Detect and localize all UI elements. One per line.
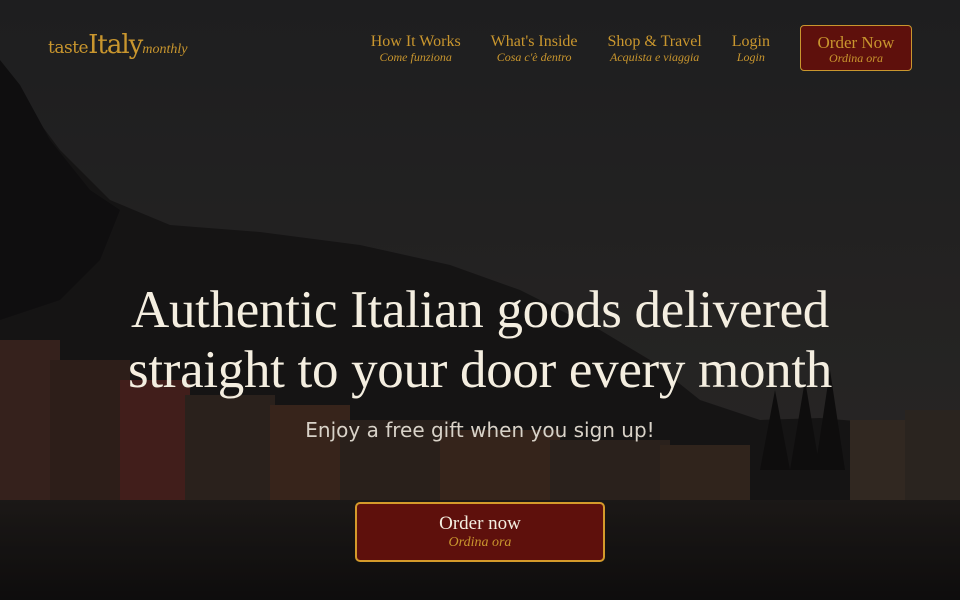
nav-item-label: How It Works bbox=[370, 32, 461, 50]
brand-word-taste: taste bbox=[48, 38, 89, 58]
nav-whats-inside[interactable]: What's Inside Cosa c'è dentro bbox=[491, 33, 578, 64]
nav-item-sublabel: Login bbox=[736, 49, 765, 64]
hero-order-button[interactable]: Order now Ordina ora bbox=[355, 502, 605, 562]
nav-item-sublabel: Cosa c'è dentro bbox=[496, 49, 572, 64]
main-nav: How It Works Come funziona What's Inside… bbox=[341, 25, 912, 71]
brand-logo[interactable]: tasteItalymonthly bbox=[48, 30, 187, 60]
order-now-sublabel: Ordina ora bbox=[829, 51, 883, 65]
nav-shop-travel[interactable]: Shop & Travel Acquista e viaggia bbox=[608, 33, 702, 64]
nav-item-sublabel: Come funziona bbox=[379, 49, 452, 64]
headline-line-2: straight to your door every month bbox=[128, 341, 832, 399]
headline-line-1: Authentic Italian goods delivered bbox=[130, 281, 830, 339]
hero-order-label: Order now bbox=[439, 513, 521, 534]
hero-headline: Authentic Italian goods delivered straig… bbox=[0, 280, 960, 400]
nav-item-sublabel: Acquista e viaggia bbox=[609, 49, 700, 64]
order-now-label: Order Now bbox=[817, 33, 895, 52]
nav-item-label: Shop & Travel bbox=[607, 32, 702, 50]
nav-how-it-works[interactable]: How It Works Come funziona bbox=[371, 33, 461, 64]
nav-login[interactable]: Login Login bbox=[732, 33, 770, 64]
brand-word-monthly: monthly bbox=[142, 42, 188, 57]
order-now-button[interactable]: Order Now Ordina ora bbox=[800, 25, 912, 71]
nav-item-label: Login bbox=[731, 32, 770, 50]
brand-word-italy: Italy bbox=[88, 30, 143, 60]
hero-section: tasteItalymonthly How It Works Come funz… bbox=[0, 0, 960, 600]
hero-order-sublabel: Ordina ora bbox=[448, 535, 512, 550]
hero-subtext: Enjoy a free gift when you sign up! bbox=[305, 418, 655, 442]
nav-item-label: What's Inside bbox=[490, 32, 578, 50]
